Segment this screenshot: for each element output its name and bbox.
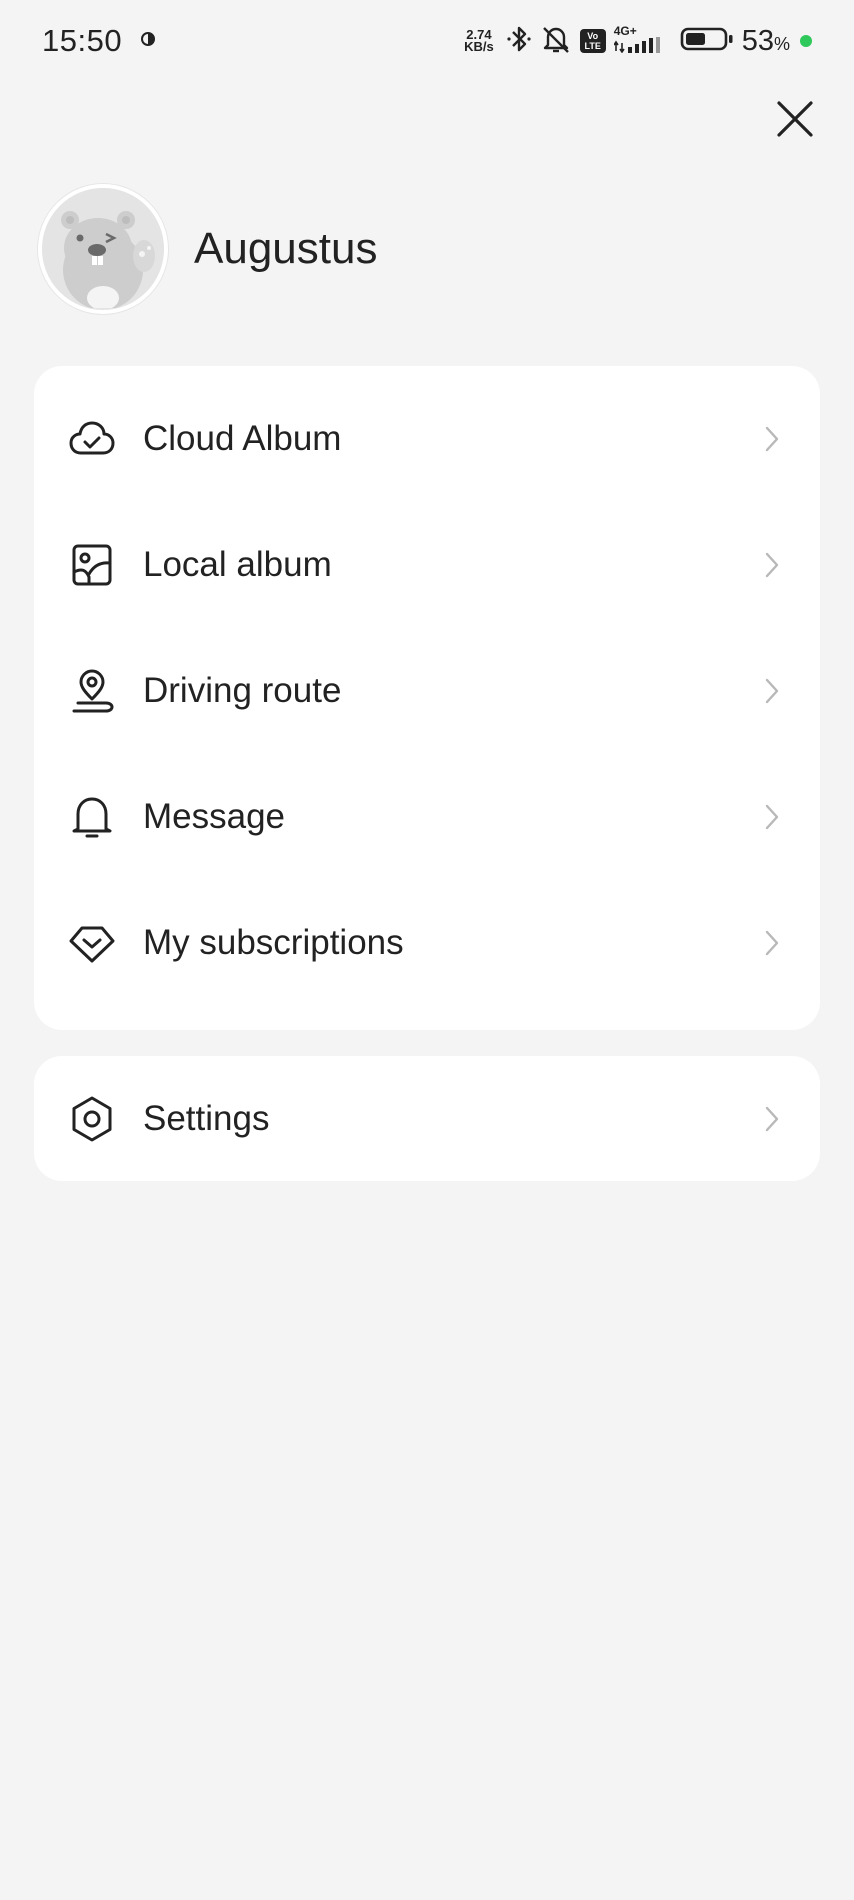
network-type: 4G+: [613, 23, 637, 38]
avatar[interactable]: [38, 184, 168, 314]
volte-bottom: LTE: [584, 41, 601, 51]
volte-badge: Vo LTE: [579, 29, 606, 53]
status-bar: 15:50 2.74 KB/s Vo LTE 4G+ 53%: [0, 0, 854, 82]
network-speed-unit: KB/s: [464, 39, 494, 54]
menu-item-label: Cloud Album: [143, 419, 342, 458]
battery-percent-symbol: %: [773, 33, 790, 54]
cell-signal: 4G+: [613, 23, 664, 58]
chevron-right-icon: [760, 547, 784, 583]
settings-card: Settings: [34, 1056, 820, 1181]
profile-header[interactable]: Augustus: [38, 184, 377, 314]
menu-item-settings[interactable]: Settings: [34, 1056, 820, 1181]
cloud-check-icon: [68, 415, 116, 463]
mute-bell-icon: [540, 24, 572, 59]
menu-item-label: Local album: [143, 545, 332, 584]
chevron-right-icon: [760, 421, 784, 457]
location-pin-icon: [68, 667, 116, 715]
close-icon: [776, 100, 814, 143]
bluetooth-icon: [506, 24, 532, 59]
status-time: 15:50: [42, 23, 123, 58]
menu-item-cloud-album[interactable]: Cloud Album: [34, 376, 820, 502]
charging-dot: [800, 35, 812, 47]
close-button[interactable]: [770, 96, 820, 146]
settings-label: Settings: [143, 1098, 270, 1138]
chevron-right-icon: [760, 799, 784, 835]
chevron-right-icon: [760, 925, 784, 961]
menu-item-local-album[interactable]: Local album: [34, 502, 820, 628]
beaver-avatar-icon: [42, 188, 164, 310]
network-speed: 2.74 KB/s: [464, 28, 494, 54]
chevron-right-icon: [760, 673, 784, 709]
battery-percent-value: 53: [741, 24, 774, 57]
chevron-right-icon: [760, 1101, 784, 1137]
battery-icon: [680, 26, 734, 57]
signal-bars-icon: [613, 36, 664, 58]
menu-item-driving-route[interactable]: Driving route: [34, 628, 820, 754]
battery-percent: 53%: [742, 25, 790, 58]
user-name: Augustus: [194, 224, 378, 273]
menu-item-label: My subscriptions: [143, 923, 404, 962]
menu-item-label: Driving route: [143, 671, 342, 710]
hexagon-gear-icon: [68, 1095, 116, 1143]
diamond-check-icon: [68, 919, 116, 967]
menu-item-my-subscriptions[interactable]: My subscriptions: [34, 880, 820, 1006]
volte-top: Vo: [587, 31, 599, 41]
data-saver-icon: [140, 30, 156, 53]
image-icon: [68, 541, 116, 589]
menu-item-label: Message: [143, 797, 286, 836]
menu-card: Cloud Album Local album Driving route Me…: [34, 366, 820, 1030]
status-bar-left: 15:50: [42, 23, 156, 59]
status-bar-right: 2.74 KB/s Vo LTE 4G+ 53%: [464, 24, 812, 59]
menu-item-message[interactable]: Message: [34, 754, 820, 880]
bell-icon: [68, 793, 116, 841]
